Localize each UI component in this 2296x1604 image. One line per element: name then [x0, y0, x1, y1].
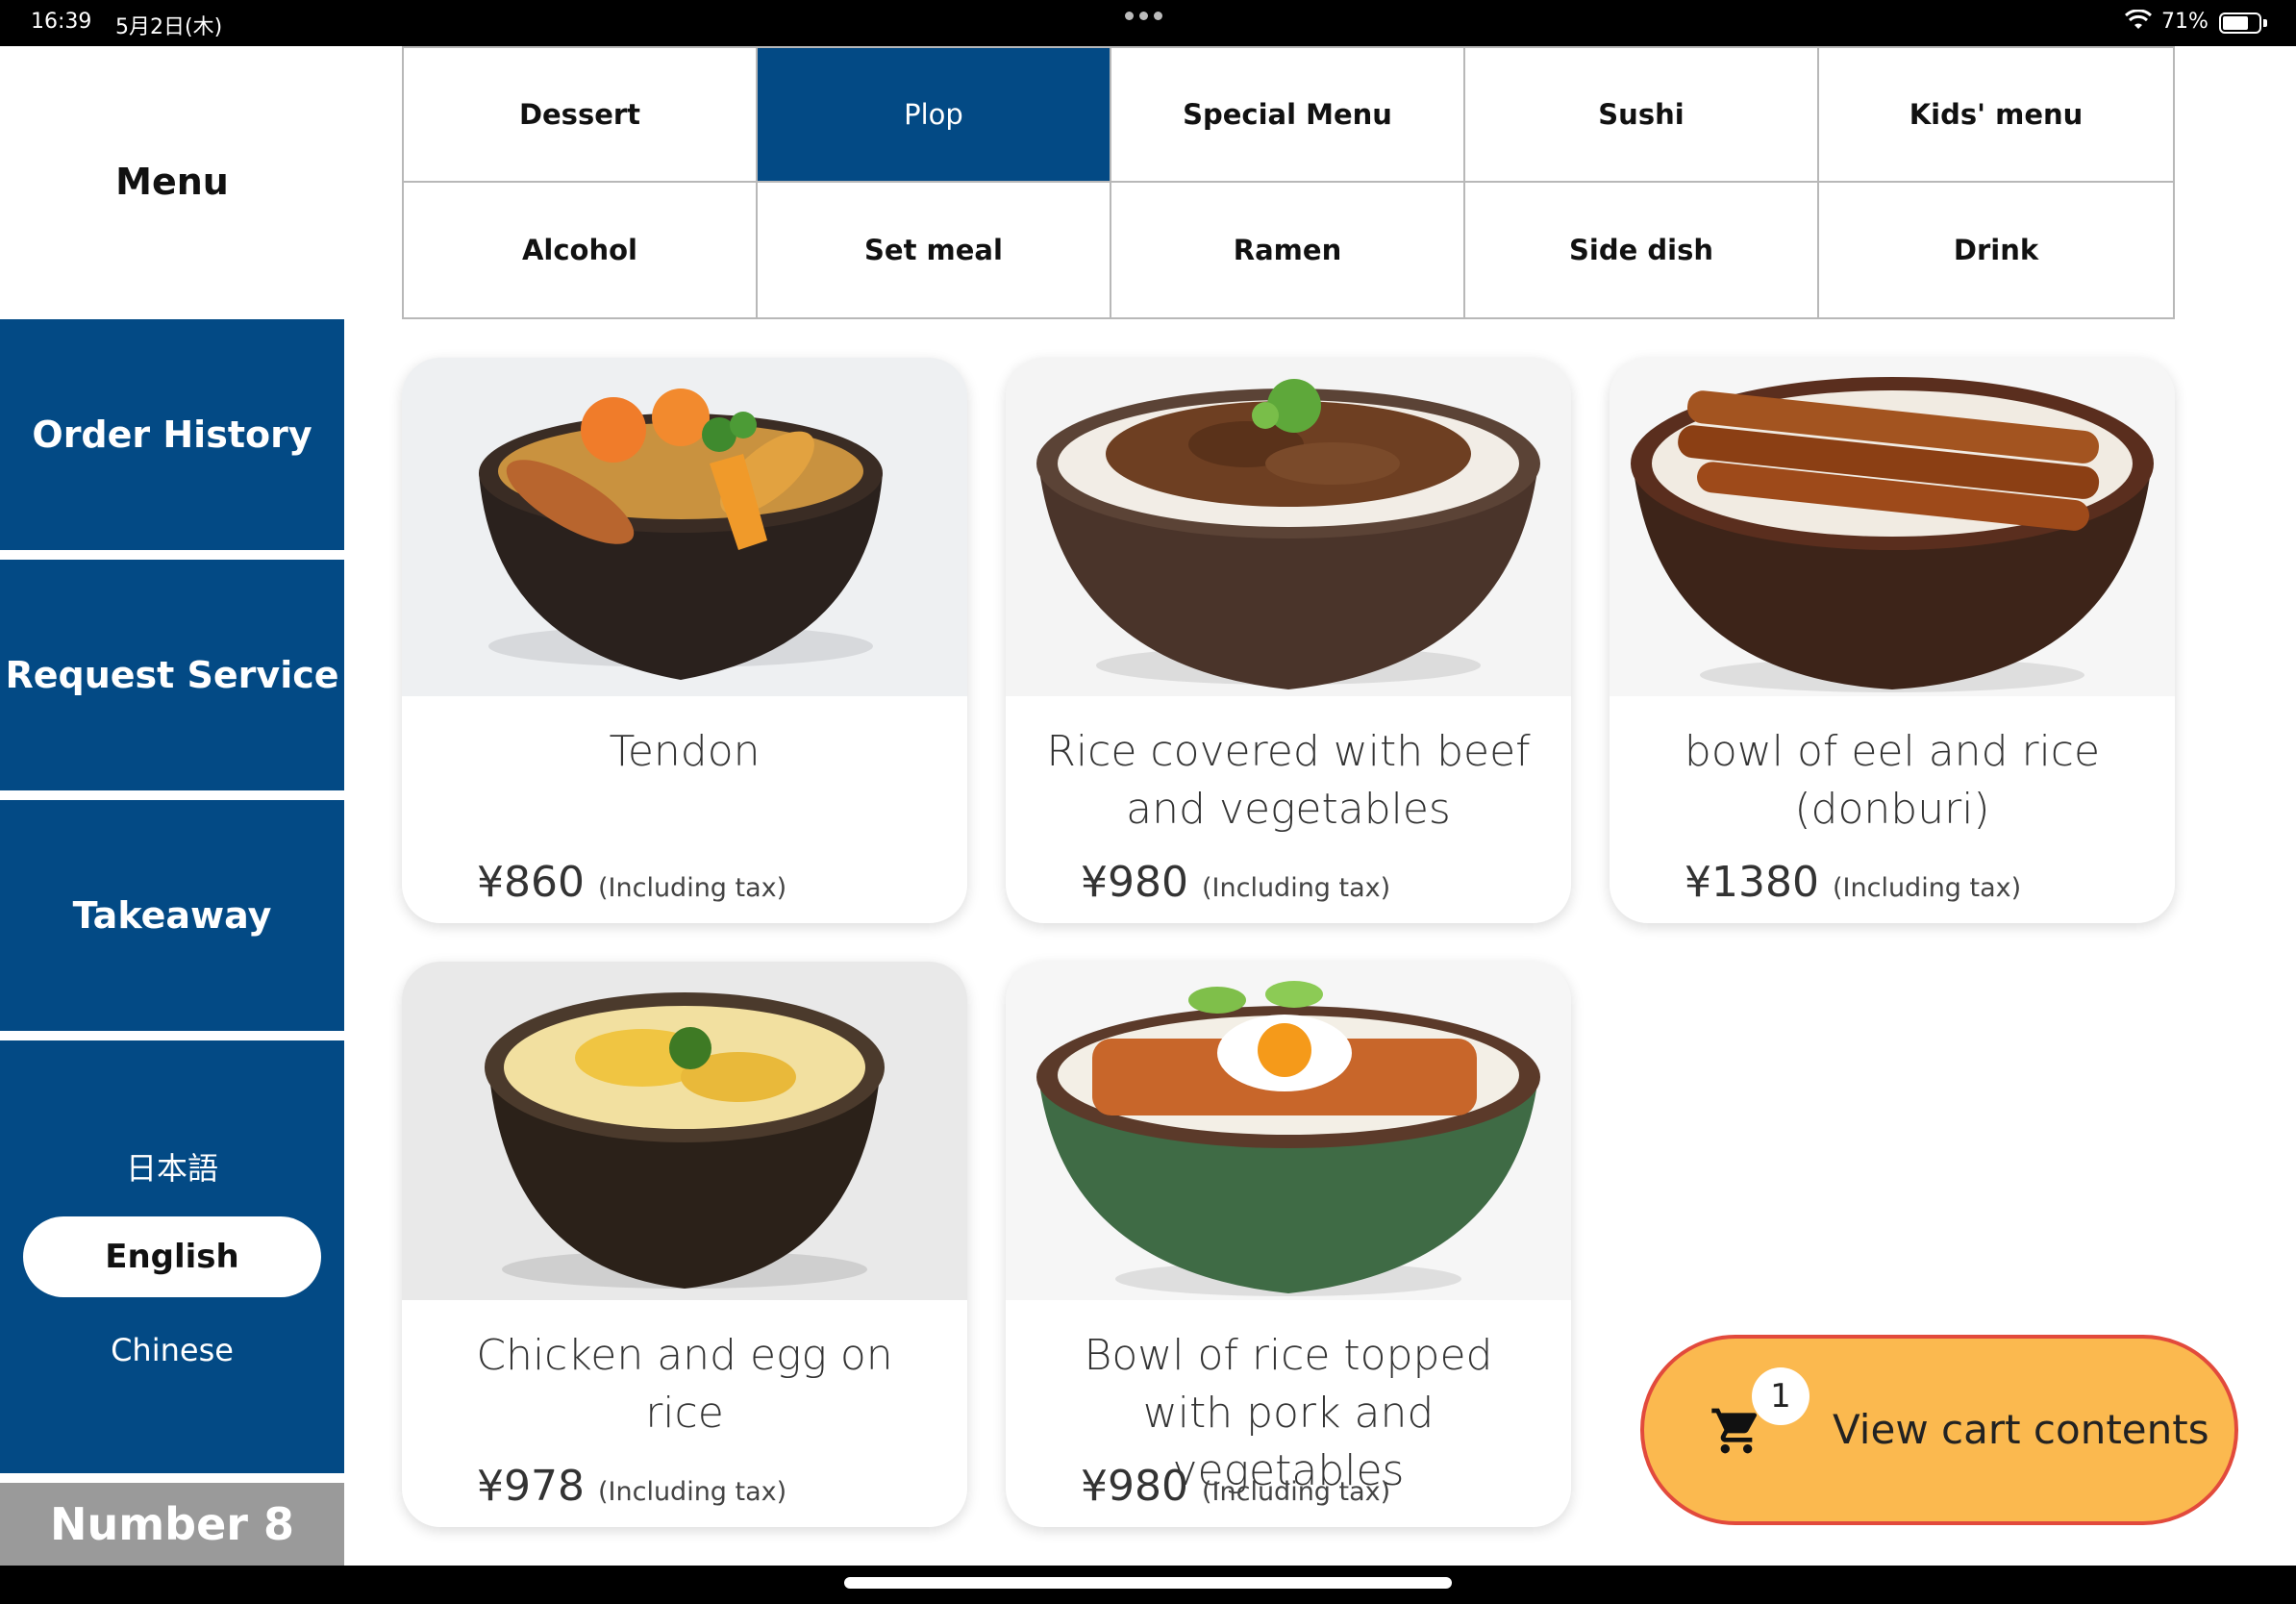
tab-drink[interactable]: Drink	[1819, 183, 2173, 317]
menu-item-card[interactable]: bowl of eel and rice (donburi) ¥1380 (In…	[1610, 358, 2175, 923]
item-price: ¥978 (Including tax)	[477, 1462, 787, 1511]
request-service-button[interactable]: Request Service	[0, 560, 344, 790]
view-cart-button[interactable]: 1 View cart contents	[1640, 1335, 2238, 1525]
order-history-button[interactable]: Order History	[0, 319, 344, 550]
oyakodon-photo	[402, 962, 967, 1300]
unadon-photo	[1610, 358, 2175, 696]
item-price: ¥980 (Including tax)	[1081, 858, 1391, 907]
item-name: Rice covered with beef and vegetables	[1046, 727, 1531, 834]
table-number: Number 8	[0, 1483, 344, 1566]
cart-icon	[1711, 1408, 1758, 1454]
language-english[interactable]: English	[23, 1216, 321, 1297]
category-tabs: Dessert Plop Special Menu Sushi Kids' me…	[402, 46, 2175, 319]
status-date: 5月2日(木)	[115, 15, 223, 39]
menu-item-card[interactable]: Chicken and egg on rice ¥978 (Including …	[402, 962, 967, 1527]
tab-kids-menu[interactable]: Kids' menu	[1819, 48, 2173, 183]
tab-special-menu[interactable]: Special Menu	[1111, 48, 1465, 183]
item-price: ¥980 (Including tax)	[1081, 1462, 1391, 1511]
menu-title: Menu	[115, 161, 229, 203]
tab-set-meal[interactable]: Set meal	[758, 183, 1111, 317]
item-price: ¥860 (Including tax)	[477, 858, 787, 907]
cart-count-badge: 1	[1752, 1367, 1809, 1425]
tab-dessert[interactable]: Dessert	[404, 48, 758, 183]
menu-item-card[interactable]: Bowl of rice topped with pork and vegeta…	[1006, 962, 1571, 1527]
status-time: 16:39	[31, 10, 92, 34]
status-bar: 16:39 5月2日(木) 71%	[0, 0, 2296, 46]
item-name: bowl of eel and rice (donburi)	[1684, 727, 2101, 834]
language-chinese[interactable]: Chinese	[0, 1332, 344, 1368]
battery-icon	[2219, 13, 2261, 34]
menu-item-card[interactable]: Rice covered with beef and vegetables ¥9…	[1006, 358, 1571, 923]
multitasking-dots-icon[interactable]	[1125, 12, 1162, 20]
tab-ramen[interactable]: Ramen	[1111, 183, 1465, 317]
menu-item-card[interactable]: Tendon ¥860 (Including tax)	[402, 358, 967, 923]
wifi-icon	[2125, 10, 2152, 29]
tab-plop[interactable]: Plop	[758, 48, 1111, 183]
tab-sushi[interactable]: Sushi	[1465, 48, 1819, 183]
view-cart-label: View cart contents	[1833, 1406, 2209, 1453]
item-name: Chicken and egg on rice	[476, 1331, 893, 1438]
battery-tip	[2263, 19, 2267, 27]
tab-alcohol[interactable]: Alcohol	[404, 183, 758, 317]
tendon-photo	[402, 358, 967, 696]
language-japanese[interactable]: 日本語	[0, 1144, 344, 1189]
tab-side-dish[interactable]: Side dish	[1465, 183, 1819, 317]
item-name: Tendon	[609, 727, 761, 776]
battery-percent: 71%	[2161, 10, 2209, 34]
gyudon-photo	[1006, 358, 1571, 696]
takeaway-button[interactable]: Takeaway	[0, 800, 344, 1031]
home-indicator[interactable]	[844, 1577, 1452, 1589]
katsudon-photo	[1006, 962, 1571, 1300]
item-price: ¥1380 (Including tax)	[1685, 858, 2022, 907]
